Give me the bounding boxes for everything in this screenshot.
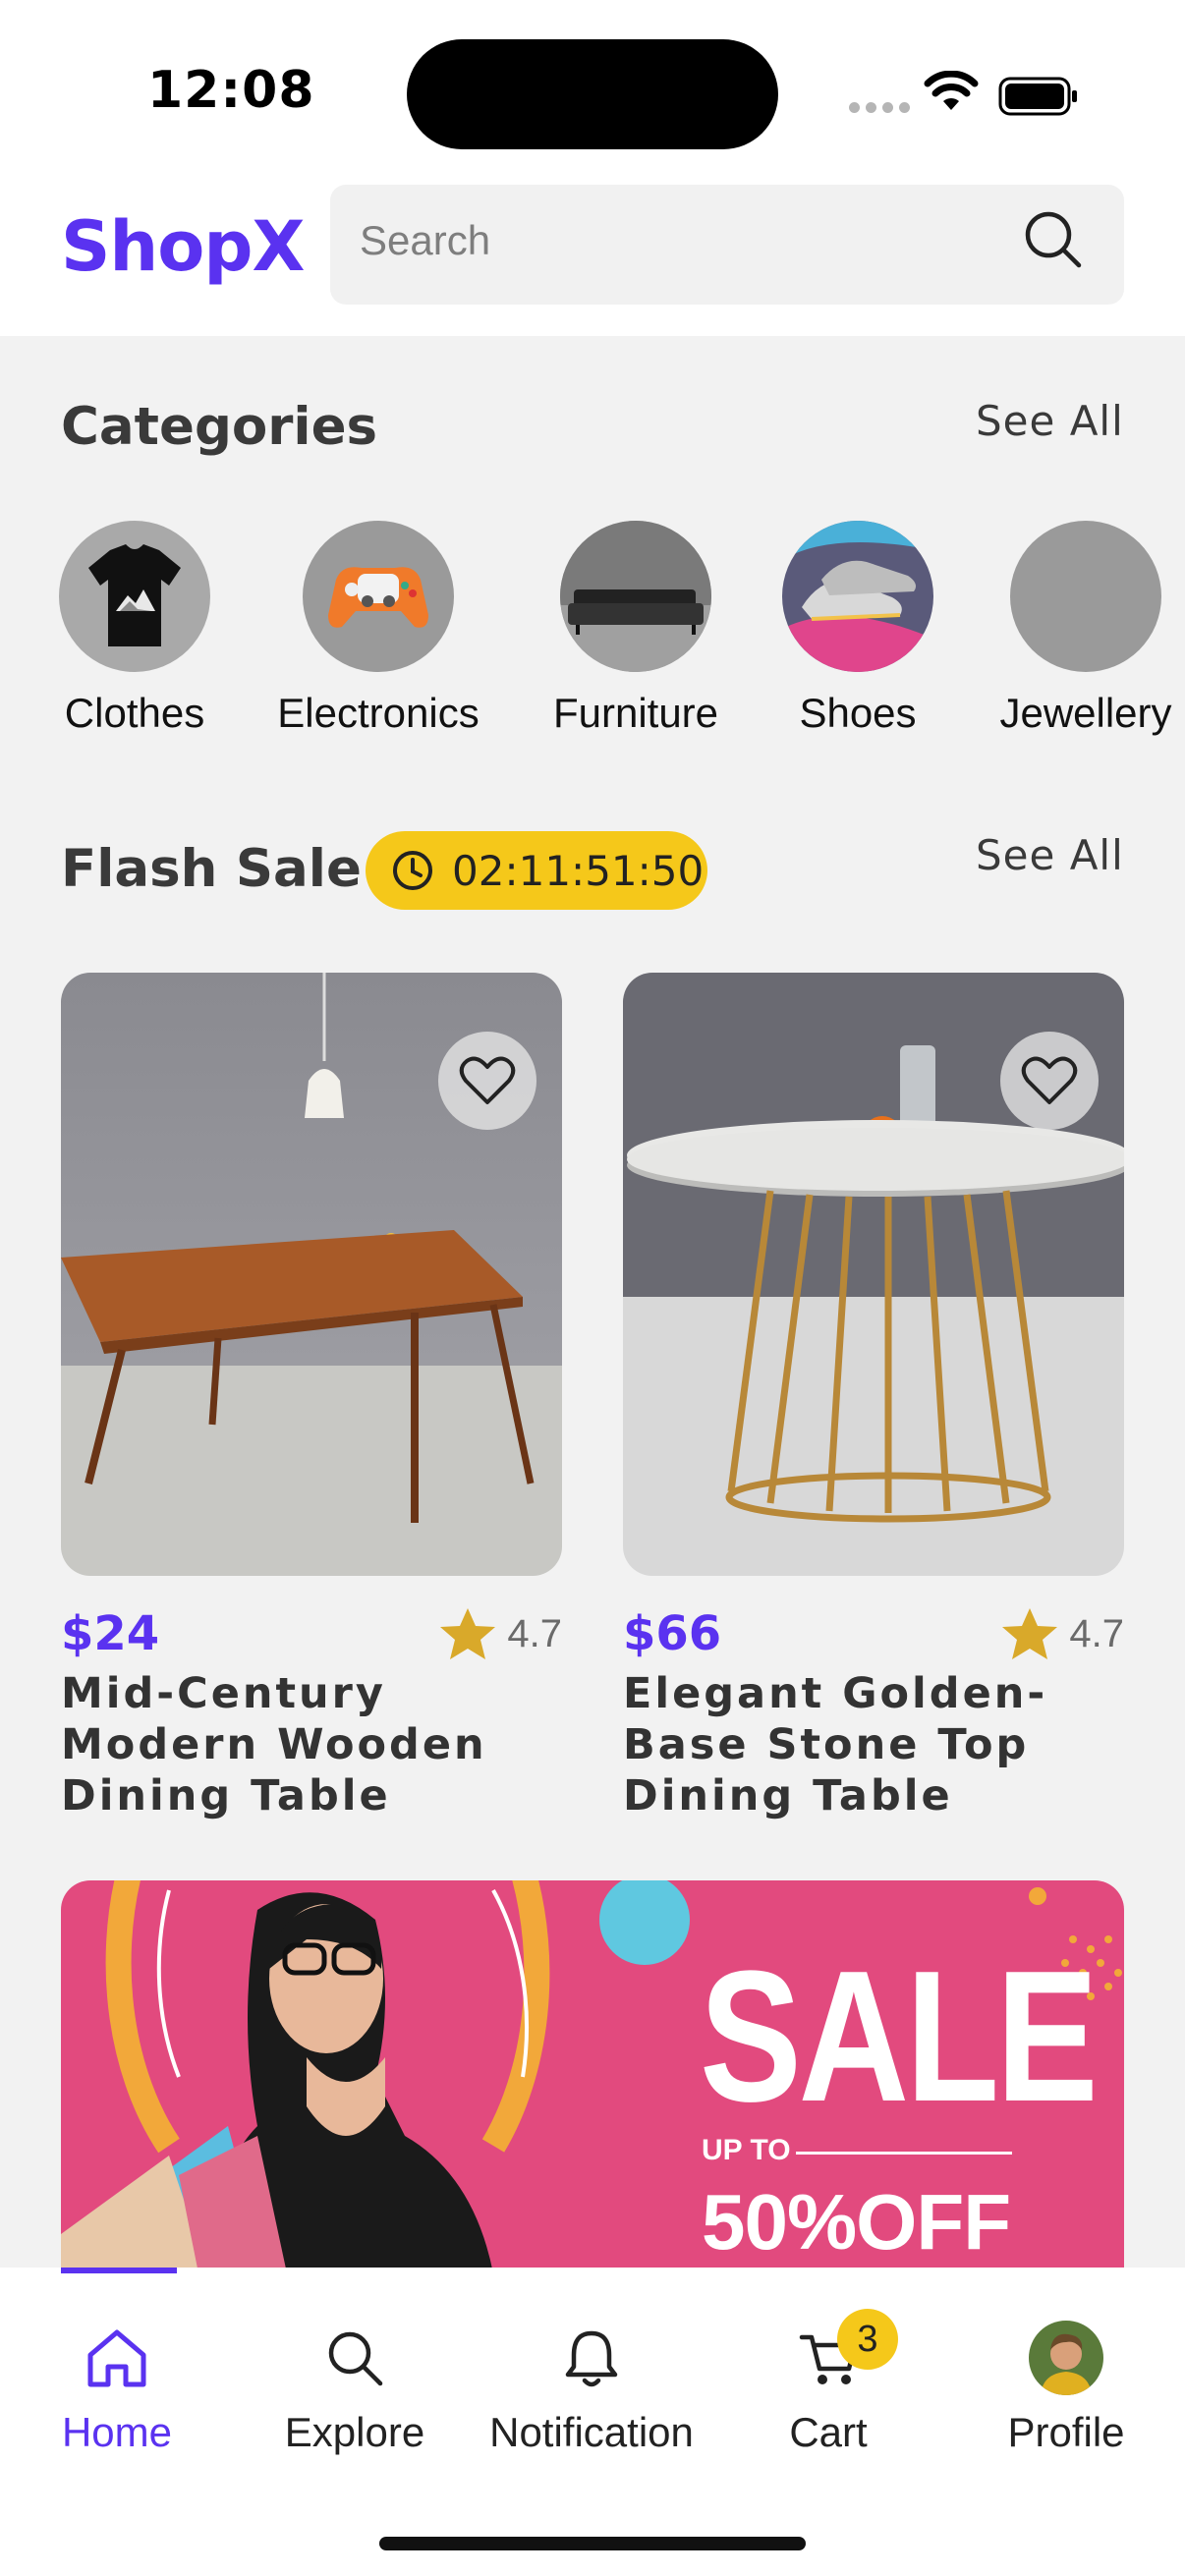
rating-value: 4.7 — [1069, 1611, 1124, 1655]
category-label: Clothes — [64, 690, 205, 736]
bell-icon — [565, 2330, 618, 2387]
rating-value: 4.7 — [507, 1611, 562, 1655]
favorite-button[interactable] — [438, 1032, 536, 1130]
avatar — [1029, 2321, 1103, 2395]
category-label: Electronics — [277, 690, 480, 736]
category-jewellery[interactable]: Jewellery — [973, 521, 1185, 737]
categories-see-all-link[interactable]: See All — [976, 397, 1124, 445]
category-label: Shoes — [799, 690, 917, 736]
banner-divider — [796, 2152, 1012, 2155]
category-electronics[interactable]: Electronics — [265, 521, 491, 737]
product-rating: 4.7 — [438, 1606, 562, 1661]
app-logo[interactable]: ShopX — [61, 206, 305, 287]
star-icon — [1002, 1608, 1058, 1659]
heart-icon — [1021, 1056, 1078, 1104]
search-input[interactable] — [360, 206, 988, 275]
timer-value: 02:11:51:50 — [452, 846, 705, 895]
clock-time: 12:08 — [147, 61, 315, 120]
category-clothes[interactable]: Clothes — [22, 521, 248, 737]
product-image — [623, 973, 1124, 1576]
flash-sale-title: Flash Sale — [61, 839, 362, 899]
search-icon[interactable] — [1022, 208, 1085, 271]
tab-cart[interactable]: 3 Cart — [715, 2309, 941, 2456]
dynamic-island — [407, 39, 778, 149]
promo-banner[interactable]: SALE UP TO 50%OFF — [61, 1880, 1124, 2273]
flash-sale-see-all-link[interactable]: See All — [976, 831, 1124, 879]
category-electronics-image — [303, 521, 454, 672]
category-label: Furniture — [552, 690, 719, 736]
active-tab-indicator — [61, 2268, 177, 2273]
battery-icon — [998, 77, 1077, 116]
tab-label: Cart — [789, 2409, 868, 2455]
tab-profile[interactable]: Profile — [953, 2319, 1179, 2456]
home-indicator — [379, 2537, 806, 2550]
category-label: Jewellery — [999, 690, 1172, 736]
tab-explore[interactable]: Explore — [242, 2319, 468, 2456]
favorite-button[interactable] — [1000, 1032, 1099, 1130]
heart-icon — [459, 1056, 516, 1104]
tab-notification[interactable]: Notification — [479, 2319, 705, 2456]
category-shoes[interactable]: Shoes — [745, 521, 971, 737]
categories-title: Categories — [61, 397, 378, 457]
category-furniture[interactable]: Furniture — [523, 521, 749, 737]
tab-home[interactable]: Home — [4, 2319, 230, 2456]
app-header: ShopX — [0, 173, 1185, 336]
clock-icon — [393, 851, 432, 890]
banner-offer: 50%OFF — [702, 2178, 1011, 2266]
product-name: Mid-Century Modern Wooden Dining Table — [61, 1669, 487, 1820]
explore-icon — [328, 2331, 383, 2386]
status-bar: 12:08 — [0, 0, 1185, 173]
product-card[interactable]: $66 4.7 Elegant Golden-Base Stone Top Di… — [623, 973, 1124, 1820]
search-bar[interactable] — [330, 185, 1124, 305]
category-shoes-image — [782, 521, 933, 672]
product-name: Elegant Golden-Base Stone Top Dining Tab… — [623, 1669, 1048, 1820]
banner-upto: UP TO — [702, 2134, 791, 2166]
cellular-signal-icon — [849, 102, 910, 113]
flash-sale-timer: 02:11:51:50 — [366, 831, 707, 910]
category-furniture-image — [560, 521, 711, 672]
banner-headline: SALE — [700, 1932, 1099, 2141]
cart-badge: 3 — [837, 2309, 898, 2370]
product-card[interactable]: $24 4.7 Mid-Century Modern Wooden Dining… — [61, 973, 562, 1820]
product-image — [61, 973, 562, 1576]
tab-label: Profile — [1007, 2409, 1125, 2455]
bottom-tab-bar: Home Explore Notification 3 Cart Profile — [0, 2268, 1185, 2576]
star-icon — [440, 1608, 496, 1659]
wifi-icon — [924, 71, 979, 110]
product-price: $66 — [623, 1606, 722, 1661]
product-price: $24 — [61, 1606, 160, 1661]
tab-label: Explore — [284, 2409, 425, 2455]
product-rating: 4.7 — [1000, 1606, 1124, 1661]
home-icon — [87, 2329, 146, 2387]
category-jewellery-image — [1010, 521, 1161, 672]
tab-label: Notification — [489, 2409, 694, 2455]
category-clothes-image — [59, 521, 210, 672]
tab-label: Home — [61, 2409, 173, 2455]
